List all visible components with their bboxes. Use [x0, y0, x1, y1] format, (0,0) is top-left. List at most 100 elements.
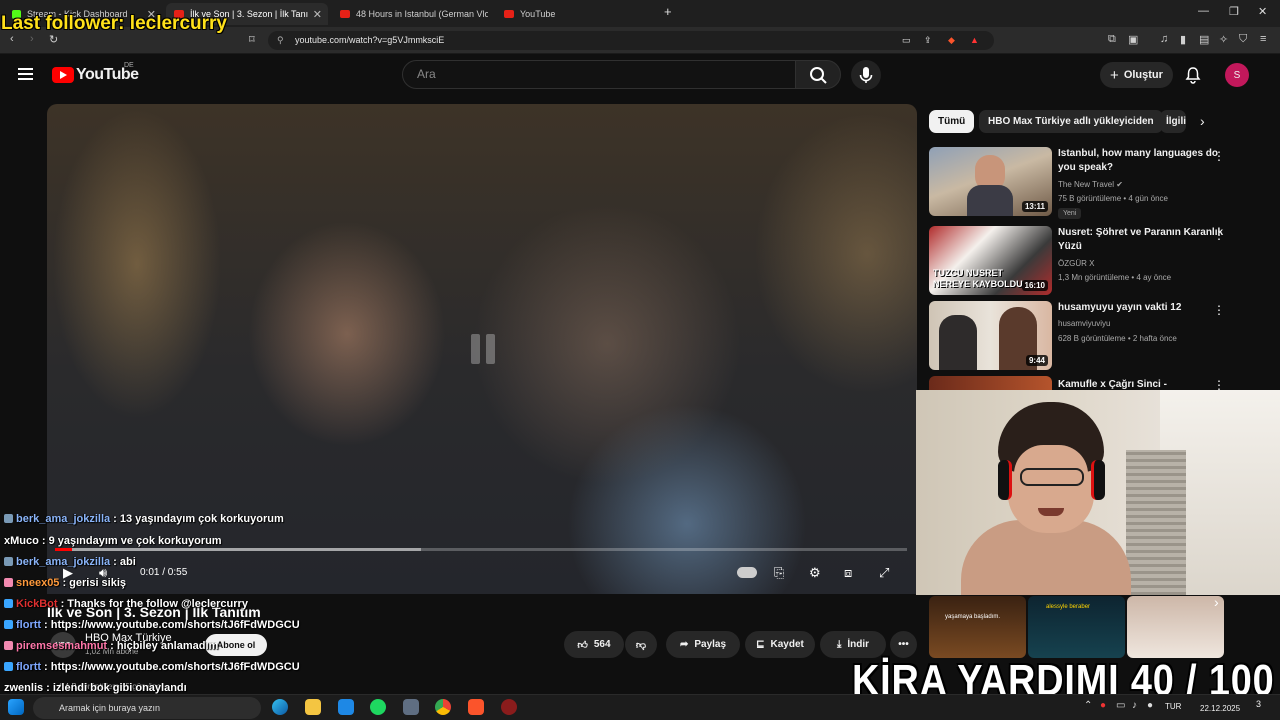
url-text: youtube.com/watch?v=g5VJmmksciE	[295, 35, 445, 45]
recommendation-meta: 1,3 Mn görüntüleme • 4 ay önce	[1058, 273, 1172, 282]
recommendation-channel[interactable]: The New Travel ✔	[1058, 180, 1123, 189]
last-follower-overlay: Last follower: leclercurry	[1, 13, 227, 34]
short-thumbnail[interactable]	[1127, 596, 1224, 658]
chat-message: xMuco: 9 yaşındayım ve çok korkuyorum	[4, 535, 222, 547]
account-avatar[interactable]: S	[1225, 63, 1249, 87]
recommendation-title[interactable]: Nusret: Şöhret ve Paranın Karanlık Yüzü	[1058, 226, 1233, 254]
recommendation-item[interactable]: 9:44 husamyuyu yayın vakti 12 husamviyuv…	[929, 301, 1259, 373]
chip-related[interactable]: İlgili	[1160, 110, 1186, 133]
fullscreen-icon[interactable]: ⤢	[879, 565, 889, 581]
more-vert-icon[interactable]: ⋮	[1213, 303, 1225, 317]
cast-icon[interactable]: ▭	[902, 31, 911, 50]
restore-icon[interactable]: ❐	[1229, 5, 1239, 18]
brave-rewards-icon[interactable]: ▲	[970, 31, 979, 50]
notification-count[interactable]: 3	[1256, 699, 1261, 709]
search-button[interactable]	[795, 60, 841, 89]
video-thumbnail[interactable]: 9:44	[929, 301, 1052, 370]
chat-text: : hiçbiley anlamadım	[110, 640, 219, 652]
new-tab-button[interactable]: +	[664, 4, 672, 19]
search-input[interactable]: Ara	[402, 60, 796, 89]
recommendation-title[interactable]: Istanbul, how many languages do you spea…	[1058, 147, 1233, 175]
chat-message: piremsesmahmut: hiçbiley anlamadım	[4, 640, 218, 652]
edge-icon[interactable]	[272, 699, 288, 715]
chip-from-uploader[interactable]: HBO Max Türkiye adlı yükleyiciden	[979, 110, 1163, 133]
short-thumbnail[interactable]: alessyle beraber	[1028, 596, 1125, 658]
dislike-button[interactable]: 👎︎	[625, 631, 657, 658]
file-explorer-icon[interactable]	[305, 699, 321, 715]
tray-chevron-icon[interactable]: ⌃	[1084, 700, 1092, 711]
close-window-icon[interactable]: ✕	[1258, 5, 1267, 18]
bookmark-icon[interactable]: ⌑	[249, 33, 255, 46]
tray-app-icon[interactable]: ●	[1100, 700, 1106, 711]
autoplay-toggle[interactable]	[737, 567, 757, 578]
input-language[interactable]: TUR	[1165, 702, 1181, 711]
minimize-icon[interactable]: —	[1198, 5, 1209, 17]
address-bar[interactable]: ⚲ youtube.com/watch?v=g5VJmmksciE ▭ ⇪ ◆ …	[268, 31, 994, 50]
brave-shields-icon[interactable]: ◆	[948, 31, 955, 50]
search-icon	[810, 67, 827, 84]
download-button[interactable]: ⤓ İndir	[820, 631, 886, 658]
recommendation-channel[interactable]: husamviyuviyu	[1058, 319, 1110, 328]
hamburger-menu-icon[interactable]	[18, 68, 33, 80]
shorts-next-chevron-icon[interactable]: ›	[1214, 594, 1219, 610]
tab-youtube[interactable]: YouTube	[496, 3, 660, 25]
short-thumbnail[interactable]: yaşamaya başladım.	[929, 596, 1026, 658]
close-tab-icon[interactable]: ✕	[313, 8, 322, 21]
tray-mic-icon[interactable]: ●	[1147, 700, 1153, 711]
more-vert-icon[interactable]: ⋮	[1213, 228, 1225, 242]
wallet-icon[interactable]: ▤	[1199, 33, 1209, 46]
sidebar-icon[interactable]: ▮	[1180, 33, 1186, 46]
more-vert-icon[interactable]: ⋮	[1213, 149, 1225, 163]
voice-search-button[interactable]	[851, 60, 881, 90]
calculator-icon[interactable]	[403, 699, 419, 715]
mail-icon[interactable]	[338, 699, 354, 715]
browser-menu-icon[interactable]: ≡	[1260, 33, 1266, 45]
media-icon[interactable]: ♫	[1160, 33, 1168, 45]
video-thumbnail[interactable]: 13:11	[929, 147, 1052, 216]
recommendation-item[interactable]: 13:11 Istanbul, how many languages do yo…	[929, 147, 1259, 219]
recommendation-item[interactable]: TUZCU NUSRET NEREYE KAYBOLDU 16:10 Nusre…	[929, 226, 1259, 298]
brave-icon[interactable]	[468, 699, 484, 715]
recommendation-title[interactable]: Kamufle x Çağrı Sinci -	[1058, 378, 1233, 390]
recommendation-channel[interactable]: ÖZGÜR X	[1058, 259, 1094, 268]
create-button[interactable]: + Oluştur	[1100, 62, 1173, 88]
taskbar-search-input[interactable]: Aramak için buraya yazın	[33, 697, 261, 719]
chat-badge-icon	[4, 514, 13, 523]
screenshot-icon[interactable]: ▣	[1128, 33, 1138, 46]
share-button[interactable]: ➦ Paylaş	[666, 631, 740, 658]
tab-istanbul-vlog[interactable]: 48 Hours in Istanbul (German Vlog) |	[332, 3, 492, 25]
more-actions-button[interactable]: •••	[890, 631, 917, 658]
more-dots-icon: •••	[898, 639, 909, 650]
obs-icon[interactable]	[501, 699, 517, 715]
chevron-right-icon[interactable]: ›	[1200, 113, 1205, 129]
leo-ai-icon[interactable]: ✧	[1219, 33, 1228, 46]
like-button[interactable]: 👍︎ 564	[564, 631, 624, 658]
notifications-bell-icon[interactable]	[1184, 66, 1202, 84]
streamer-webcam	[916, 390, 1280, 595]
network-icon[interactable]: ▭	[1116, 700, 1125, 711]
share-icon[interactable]: ⇪	[924, 31, 932, 50]
recommendation-title[interactable]: husamyuyu yayın vakti 12	[1058, 301, 1233, 315]
spotify-icon[interactable]	[370, 699, 386, 715]
chat-username: zwenlis	[4, 682, 44, 694]
youtube-logo[interactable]: YouTube DE	[52, 62, 139, 84]
taskbar-clock[interactable]: 22.12.2025	[1200, 698, 1240, 714]
subtitles-icon[interactable]: ⎘	[774, 565, 784, 581]
vpn-icon[interactable]: ⛉	[1239, 33, 1247, 46]
chat-text: : https://www.youtube.com/shorts/tJ6fFdW…	[44, 619, 300, 631]
video-thumbnail[interactable]: TUZCU NUSRET NEREYE KAYBOLDU 16:10	[929, 226, 1052, 295]
extensions-icon[interactable]: ⧉	[1108, 33, 1116, 46]
chrome-icon[interactable]	[435, 699, 451, 715]
chip-all[interactable]: Tümü	[929, 110, 975, 133]
tray-volume-icon[interactable]: ♪	[1132, 700, 1137, 711]
more-vert-icon[interactable]: ⋮	[1213, 378, 1225, 390]
site-info-icon[interactable]: ⚲	[277, 31, 284, 50]
video-thumbnail[interactable]	[929, 376, 1052, 390]
settings-gear-icon[interactable]: ⚙	[809, 565, 821, 581]
windows-start-icon[interactable]	[8, 699, 24, 715]
save-button[interactable]: ⊑ Kaydet	[745, 631, 815, 658]
chat-text: : 9 yaşındayım ve çok korkuyorum	[41, 535, 222, 547]
miniplayer-icon[interactable]: ⧈	[844, 565, 852, 581]
progress-bar[interactable]	[55, 548, 907, 551]
recommendation-item[interactable]: Kamufle x Çağrı Sinci - ⋮	[929, 376, 1259, 390]
